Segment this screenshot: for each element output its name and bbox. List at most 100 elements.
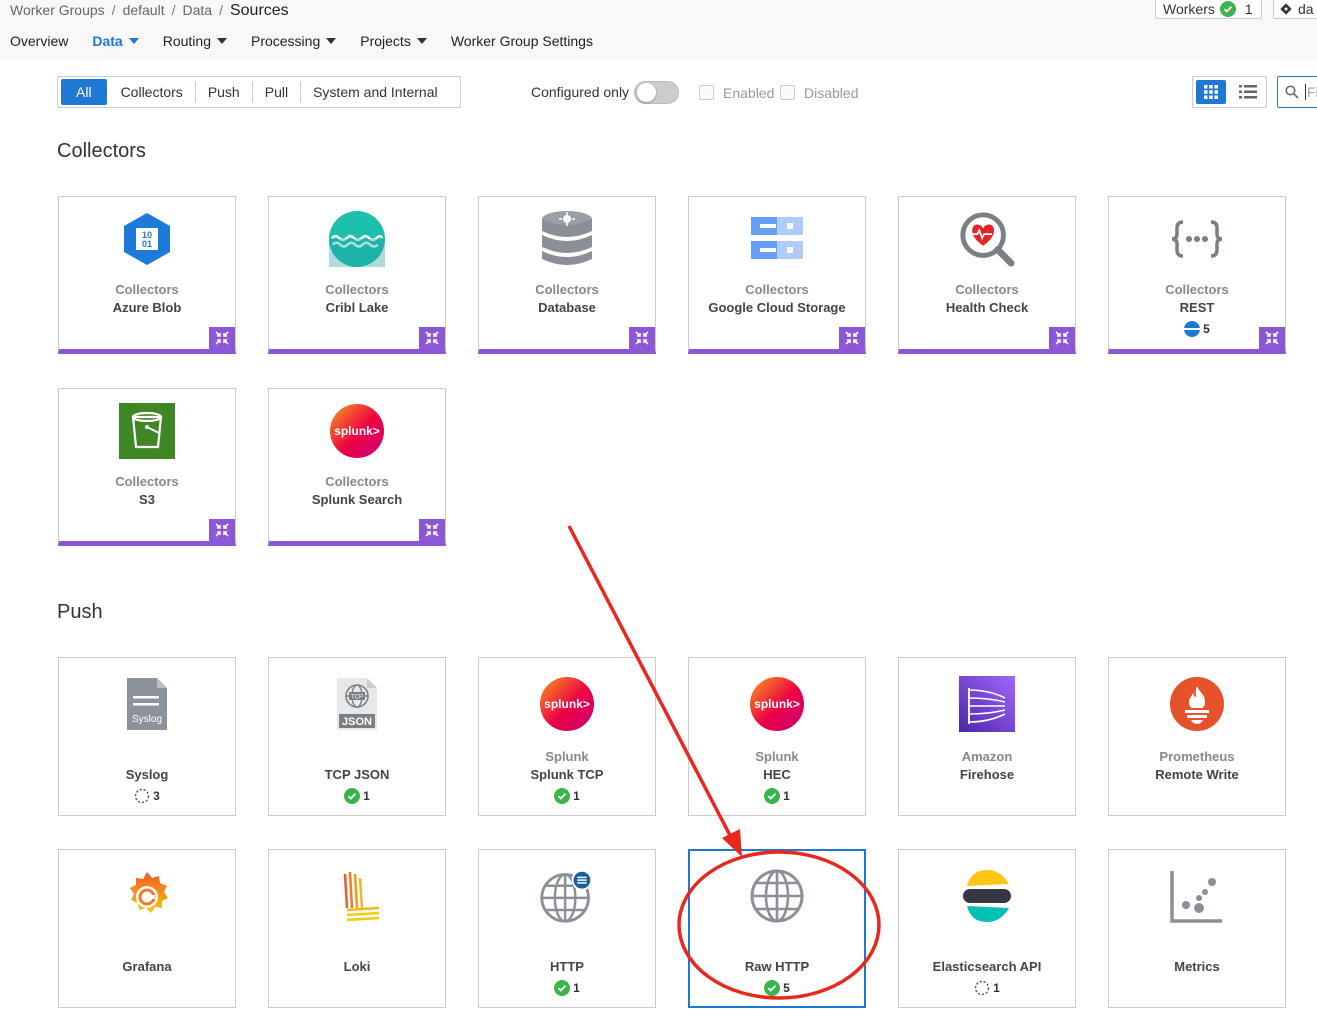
globe-icon [539, 868, 595, 924]
page-title: Sources [229, 2, 289, 19]
tile-push-http[interactable]: HTTP 1 [478, 849, 656, 1008]
main-nav: Overview Data Routing Processing Project… [10, 33, 617, 49]
svg-text:Syslog: Syslog [132, 714, 162, 725]
grid-icon [1204, 85, 1218, 99]
configured-only-toggle[interactable] [634, 81, 679, 104]
tile-collector-health-check[interactable]: Collectors Health Check [898, 196, 1076, 354]
status-badge: 3 [59, 788, 235, 804]
status-badge: 1 [689, 788, 865, 804]
tile-push-raw-http[interactable]: Raw HTTP 5 [688, 849, 866, 1008]
disabled-label: Disabled [804, 85, 859, 101]
tile-name: Grafana [122, 959, 172, 974]
tile-name: TCP JSON [324, 767, 390, 782]
rest-icon [1169, 211, 1225, 267]
collect-icon [419, 327, 445, 349]
cribl-lake-icon [329, 211, 385, 267]
pending-status-icon [974, 980, 990, 996]
tile-push-splunk-tcp[interactable]: splunk> Splunk Splunk TCP 1 [478, 657, 656, 816]
tile-push-syslog[interactable]: Syslog Syslog 3 [58, 657, 236, 816]
filter-all[interactable]: All [61, 79, 107, 105]
tile-name: Cribl Lake [325, 300, 389, 315]
disabled-checkbox[interactable] [780, 85, 795, 100]
tile-collector-cribl-lake[interactable]: Collectors Cribl Lake [268, 196, 446, 354]
tile-push-elasticsearch-api[interactable]: Elasticsearch API 1 [898, 849, 1076, 1008]
tile-push-grafana[interactable]: Grafana [58, 849, 236, 1008]
svg-text:splunk>: splunk> [754, 697, 800, 711]
tile-name: Firehose [959, 767, 1015, 782]
breadcrumb: Worker Groups / default / Data / Sources [10, 2, 289, 19]
tile-push-loki[interactable]: Loki [268, 849, 446, 1008]
prometheus-icon [1169, 676, 1225, 732]
collectors-section-title: Collectors [57, 140, 146, 162]
tile-category: Collectors [115, 282, 179, 297]
check-circle-icon [344, 788, 361, 804]
breadcrumb-worker-groups[interactable]: Worker Groups [10, 2, 105, 18]
tile-name: Syslog [125, 767, 169, 782]
tile-collector-azure-blob[interactable]: 10 01 Collectors Azure Blob [58, 196, 236, 354]
tile-push-tcp-json[interactable]: TCP JSON TCP JSON 1 [268, 657, 446, 816]
collect-icon [629, 327, 655, 349]
tile-name: HTTP [550, 959, 584, 974]
nav-projects[interactable]: Projects [360, 33, 427, 49]
nav-worker-group-settings[interactable]: Worker Group Settings [451, 33, 593, 49]
job-status-icon [1184, 321, 1201, 337]
collect-icon [209, 327, 235, 349]
tile-name: Google Cloud Storage [708, 300, 846, 315]
tile-name: Raw HTTP [744, 959, 810, 974]
tile-collector-database[interactable]: Collectors Database [478, 196, 656, 354]
breadcrumb-default[interactable]: default [123, 2, 165, 18]
nav-data[interactable]: Data [92, 33, 139, 49]
tile-name: Metrics [1174, 959, 1220, 974]
tile-push-prometheus-remote-write[interactable]: Prometheus Remote Write [1108, 657, 1286, 816]
svg-text:01: 01 [142, 239, 152, 249]
tile-category: Collectors [745, 282, 809, 297]
status-badge: 5 [690, 980, 864, 996]
check-circle-icon [554, 980, 571, 996]
svg-text:TCP: TCP [351, 695, 363, 701]
workers-count: 1 [1244, 0, 1253, 17]
nav-routing[interactable]: Routing [163, 33, 227, 49]
collect-icon [1259, 327, 1285, 349]
tcp-json-icon: TCP JSON [329, 676, 385, 732]
tile-push-splunk-hec[interactable]: splunk> Splunk HEC 1 [688, 657, 866, 816]
breadcrumb-data[interactable]: Data [183, 2, 213, 18]
check-circle-icon [554, 788, 571, 804]
enabled-checkbox[interactable] [699, 85, 714, 100]
s3-bucket-icon [119, 403, 175, 459]
branch-selector[interactable]: da [1273, 0, 1317, 19]
list-view-button[interactable] [1233, 80, 1263, 104]
tile-name: Loki [343, 959, 371, 974]
database-icon [539, 211, 595, 267]
status-badge: 1 [479, 788, 655, 804]
tile-category: Collectors [535, 282, 599, 297]
nav-processing[interactable]: Processing [251, 33, 337, 49]
filter-push[interactable]: Push [194, 82, 252, 102]
svg-text:splunk>: splunk> [334, 424, 380, 438]
workers-status-button[interactable]: Workers 1 [1155, 0, 1262, 19]
tile-push-amazon-firehose[interactable]: Amazon Firehose [898, 657, 1076, 816]
tile-category: Collectors [1165, 282, 1229, 297]
elasticsearch-icon [959, 868, 1015, 924]
tile-category: Prometheus [1159, 749, 1235, 764]
grid-view-button[interactable] [1196, 80, 1226, 104]
tile-push-metrics[interactable]: Metrics [1108, 849, 1286, 1008]
git-branch-icon [1280, 2, 1292, 15]
tile-category: Amazon [961, 749, 1013, 764]
loki-icon [329, 868, 385, 924]
configured-only-label: Configured only [531, 84, 630, 100]
nav-overview[interactable]: Overview [10, 33, 68, 49]
filter-system-and-internal[interactable]: System and Internal [300, 82, 450, 102]
filter-collectors[interactable]: Collectors [109, 82, 195, 102]
splunk-icon: splunk> [749, 676, 805, 732]
health-check-icon [959, 211, 1015, 267]
tile-collector-s3[interactable]: Collectors S3 [58, 388, 236, 546]
search-input[interactable]: Fi [1277, 76, 1317, 108]
status-badge: 1 [479, 980, 655, 996]
tile-name: Remote Write [1155, 767, 1239, 782]
tile-collector-rest[interactable]: Collectors REST 5 [1108, 196, 1286, 354]
tile-collector-google-cloud-storage[interactable]: Collectors Google Cloud Storage [688, 196, 866, 354]
collect-icon [1049, 327, 1075, 349]
tile-collector-splunk-search[interactable]: splunk> Collectors Splunk Search [268, 388, 446, 546]
filter-pull[interactable]: Pull [251, 82, 300, 102]
caret-down-icon [216, 38, 227, 44]
